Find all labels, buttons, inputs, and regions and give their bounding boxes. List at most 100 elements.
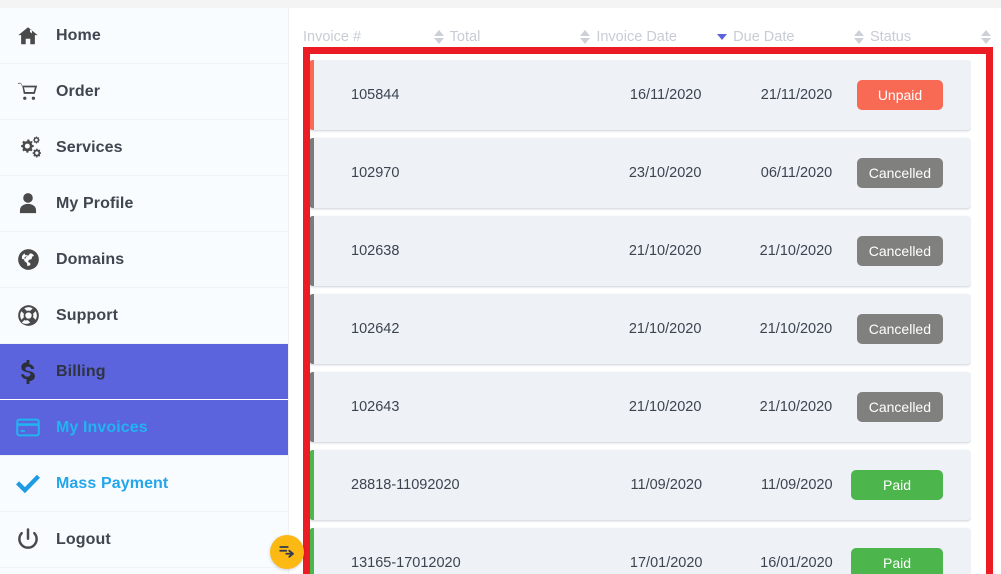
row-status-accent xyxy=(309,216,314,286)
home-icon xyxy=(0,25,56,47)
globe-icon xyxy=(0,248,56,271)
cart-icon xyxy=(0,81,56,103)
cell-due-date: 16/01/2020 xyxy=(760,555,833,571)
sidebar-item-support[interactable]: Support xyxy=(0,288,288,344)
cell-due-date: 06/11/2020 xyxy=(760,165,833,181)
dollar-icon xyxy=(0,359,56,384)
cell-due-date: 21/10/2020 xyxy=(759,243,833,259)
check-icon xyxy=(0,474,56,494)
cell-due-date: 21/10/2020 xyxy=(759,399,833,415)
column-label: Status xyxy=(870,29,912,45)
sidebar-item-domains[interactable]: Domains xyxy=(0,232,288,288)
sort-toggle-due-date[interactable] xyxy=(711,34,733,40)
sort-toggle-invoice[interactable] xyxy=(428,30,450,44)
sidebar-item-my-profile[interactable]: My Profile xyxy=(0,176,288,232)
cell-invoice-number: 28818-11092020 xyxy=(351,477,460,493)
cell-due-date: 11/09/2020 xyxy=(761,477,833,493)
column-header-invoice-date[interactable]: Invoice Date xyxy=(596,29,711,45)
cell-invoice-number: 102643 xyxy=(351,399,400,415)
sidebar-collapse-button[interactable] xyxy=(270,535,304,569)
status-badge[interactable]: Cancelled xyxy=(856,236,943,266)
cell-invoice-number: 102642 xyxy=(351,321,400,337)
cell-invoice-date: 11/09/2020 xyxy=(630,477,703,493)
status-badge[interactable]: Paid xyxy=(851,470,943,500)
cell-status: Cancelled xyxy=(848,236,965,266)
sort-toggle-total[interactable] xyxy=(574,30,596,44)
table-row[interactable]: 102642 21/10/2020 21/10/2020 Cancelled xyxy=(309,294,971,364)
sidebar-item-home[interactable]: Home xyxy=(0,8,288,64)
row-status-accent xyxy=(309,372,314,442)
user-icon xyxy=(0,192,56,215)
main-content: Invoice # Total Invoice Date Due Date St… xyxy=(289,8,1001,574)
column-label: Due Date xyxy=(733,29,795,45)
sidebar-item-label: Home xyxy=(56,26,101,44)
cell-invoice-number: 13165-17012020 xyxy=(351,555,461,571)
sign-out-icon xyxy=(278,541,296,564)
sidebar-item-label: Logout xyxy=(56,530,111,548)
sort-toggle-extra[interactable] xyxy=(975,30,997,44)
power-icon xyxy=(0,528,56,551)
sidebar-item-label: My Profile xyxy=(56,194,134,212)
invoice-list: 105844 16/11/2020 21/11/2020 Unpaid 102970 23… xyxy=(309,60,971,574)
sidebar-item-logout[interactable]: Logout xyxy=(0,512,288,568)
sidebar-item-label: Billing xyxy=(56,362,106,380)
sidebar-item-order[interactable]: Order xyxy=(0,64,288,120)
sidebar-item-label: Support xyxy=(56,306,119,324)
cell-status: Unpaid xyxy=(848,80,965,110)
table-row[interactable]: 13165-17012020 17/01/2020 16/01/2020 Paid xyxy=(309,528,971,574)
cell-invoice-date: 23/10/2020 xyxy=(628,165,702,181)
cell-invoice-number: 102638 xyxy=(351,243,400,259)
column-header-invoice[interactable]: Invoice # xyxy=(303,29,428,45)
cell-invoice-date: 21/10/2020 xyxy=(628,399,702,415)
cell-status: Cancelled xyxy=(848,158,965,188)
sidebar-item-billing[interactable]: Billing xyxy=(0,344,288,400)
status-badge[interactable]: Paid xyxy=(851,548,943,574)
status-badge[interactable]: Cancelled xyxy=(856,314,943,344)
sidebar-item-label: Domains xyxy=(56,250,125,268)
sort-toggle-status[interactable] xyxy=(848,30,870,44)
table-header: Invoice # Total Invoice Date Due Date St… xyxy=(289,18,1001,56)
cell-invoice-date: 16/11/2020 xyxy=(629,87,702,103)
cell-invoice-date: 21/10/2020 xyxy=(628,321,702,337)
lifering-icon xyxy=(0,304,56,327)
column-label: Invoice Date xyxy=(596,29,677,45)
table-row[interactable]: 28818-11092020 11/09/2020 11/09/2020 Paid xyxy=(309,450,971,520)
row-status-accent xyxy=(309,138,314,208)
cell-status: Cancelled xyxy=(848,392,965,422)
cell-invoice-number: 105844 xyxy=(351,87,400,103)
row-status-accent xyxy=(309,294,314,364)
gears-icon xyxy=(0,136,56,159)
cell-status: Paid xyxy=(849,470,965,500)
column-header-status[interactable]: Status xyxy=(870,29,975,45)
credit-card-icon xyxy=(0,418,56,437)
sidebar-item-my-invoices[interactable]: My Invoices xyxy=(0,400,288,456)
sidebar-nav: Home Order Services My Profile Domains Suppor… xyxy=(0,8,288,568)
status-badge[interactable]: Cancelled xyxy=(856,158,943,188)
table-row[interactable]: 102643 21/10/2020 21/10/2020 Cancelled xyxy=(309,372,971,442)
cell-status: Cancelled xyxy=(848,314,965,344)
sidebar: Home Order Services My Profile Domains Suppor… xyxy=(0,8,289,574)
table-row[interactable]: 105844 16/11/2020 21/11/2020 Unpaid xyxy=(309,60,971,130)
cell-due-date: 21/11/2020 xyxy=(760,87,833,103)
cell-invoice-date: 17/01/2020 xyxy=(629,555,703,571)
row-status-accent xyxy=(309,528,314,574)
status-badge[interactable]: Cancelled xyxy=(856,392,943,422)
table-row[interactable]: 102638 21/10/2020 21/10/2020 Cancelled xyxy=(309,216,971,286)
column-header-total[interactable]: Total xyxy=(450,29,575,45)
invoices-page: Home Order Services My Profile Domains Suppor… xyxy=(0,0,1001,574)
status-badge[interactable]: Unpaid xyxy=(857,80,943,110)
row-status-accent xyxy=(309,450,314,520)
sidebar-item-label: Services xyxy=(56,138,123,156)
sidebar-item-mass-payment[interactable]: Mass Payment xyxy=(0,456,288,512)
row-status-accent xyxy=(309,60,314,130)
cell-status: Paid xyxy=(849,548,965,574)
sidebar-item-label: Order xyxy=(56,82,101,100)
cell-due-date: 21/10/2020 xyxy=(759,321,833,337)
column-header-due-date[interactable]: Due Date xyxy=(733,29,848,45)
column-label: Invoice # xyxy=(303,29,362,45)
cell-invoice-date: 21/10/2020 xyxy=(628,243,702,259)
table-row[interactable]: 102970 23/10/2020 06/11/2020 Cancelled xyxy=(309,138,971,208)
sidebar-item-services[interactable]: Services xyxy=(0,120,288,176)
top-strip xyxy=(0,0,1001,8)
cell-invoice-number: 102970 xyxy=(351,165,400,181)
